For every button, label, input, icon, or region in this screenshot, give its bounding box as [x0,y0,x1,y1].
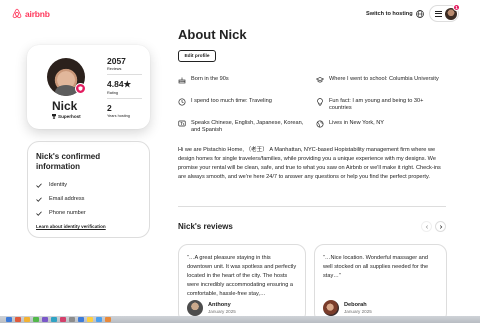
profile-card: Nick Superhost 2057 Reviews 4.84★ Rating… [27,45,150,129]
review-date: January 2025 [344,309,372,314]
superhost-label: Superhost [52,114,81,119]
notification-badge: 1 [453,4,460,11]
confirmed-list: Identity Email address Phone number [36,178,141,220]
dock-app-icon[interactable] [69,317,75,322]
reviewer: Anthony January 2025 [187,300,236,316]
fact-text: Lives in New York, NY [329,120,385,126]
verified-badge-icon [75,83,86,94]
dock-app-icon[interactable] [33,317,39,322]
review-date: January 2025 [208,309,236,314]
dock-app-icon[interactable] [24,317,30,322]
dock-app-icon[interactable] [42,317,48,322]
host-name: Nick [52,99,78,113]
globe-icon[interactable] [416,10,424,18]
fact-text: Where I went to school: Columbia Univers… [329,76,439,82]
dock-app-icon[interactable] [15,317,21,322]
identity-verification-link[interactable]: Learn about identity verification [36,224,106,229]
fact-text: Speaks Chinese, English, Japanese, Korea… [191,120,304,134]
stat-rating: 4.84★ Rating [107,79,142,99]
fact-location: Lives in New York, NY [316,120,441,128]
airbnb-logo[interactable]: airbnb [12,8,50,19]
reviewer-name: Deborah [344,302,367,308]
hamburger-icon [435,10,442,17]
dock-app-icon[interactable] [51,317,57,322]
stat-label: Rating [107,91,118,95]
dock-app-icon[interactable] [87,317,93,322]
superhost-text: Superhost [58,114,81,119]
reviewer-name: Anthony [208,302,231,308]
reviewer-avatar [187,300,203,316]
dock-app-icon[interactable] [6,317,12,322]
stat-value: 2057 [107,56,126,66]
review-card[interactable]: “…A great pleasure staying in this downt… [178,244,306,323]
reviews-prev-button[interactable] [421,221,432,232]
stat-value: 2 [107,103,112,113]
stat-label: Reviews [107,67,122,71]
chevron-right-icon [439,224,442,229]
review-card[interactable]: “…Nice location. Wonderful massager and … [314,244,447,323]
checkmark-icon [36,210,42,216]
dock-app-icon[interactable] [96,317,102,322]
about-title: About Nick [178,27,247,42]
fact-text: Fun fact: I am young and being to 30+ co… [329,98,424,112]
reviews-title: Nick's reviews [178,222,233,231]
clock-icon [178,98,186,105]
globe-icon [316,120,324,127]
dock-app-icon[interactable] [60,317,66,322]
review-text: “…A great pleasure staying in this downt… [187,255,297,297]
section-divider [178,206,446,207]
confirmed-item: Email address [36,192,141,206]
fact-fun-fact: Fun fact: I am young and being to 30+ co… [316,97,441,112]
confirmed-item: Identity [36,178,141,192]
confirmed-item-label: Phone number [49,210,86,216]
review-text: “…Nice location. Wonderful massager and … [323,255,429,279]
chevron-left-icon [425,224,428,229]
superhost-medal-icon [52,114,56,119]
reviews-next-button[interactable] [435,221,446,232]
reviewer-avatar [323,300,339,316]
edit-profile-button[interactable]: Edit profile [178,50,216,62]
confirmed-item: Phone number [36,206,141,220]
logo-text: airbnb [25,8,50,19]
stat-label: Years hosting [107,114,130,118]
language-icon [178,120,186,126]
stat-value: 4.84★ [107,79,132,89]
dock-app-icon[interactable] [78,317,84,322]
checkmark-icon [36,182,42,188]
fact-languages: Speaks Chinese, English, Japanese, Korea… [178,120,313,134]
switch-to-hosting-link[interactable]: Switch to hosting [366,11,413,17]
fact-text: Born in the 90s [191,76,229,82]
host-bio: Hi we are Pistachio Home, （老王） A Manhatt… [178,147,441,180]
school-icon [316,76,324,82]
fact-time-spent: I spend too much time: Traveling [178,98,303,106]
cake-icon [178,77,186,83]
confirmed-item-label: Email address [49,196,85,202]
stat-years-hosting: 2 Years hosting [107,103,142,121]
reviewer: Deborah January 2025 [323,300,372,316]
top-header: airbnb Switch to hosting 1 [0,0,480,28]
fact-text: I spend too much time: Traveling [191,98,272,104]
stat-reviews: 2057 Reviews [107,56,142,75]
confirmed-item-label: Identity [49,182,68,188]
lightbulb-icon [317,97,323,105]
fact-birth-decade: Born in the 90s [178,76,303,84]
dock-app-icon[interactable] [105,317,111,322]
airbnb-logo-icon [12,8,22,19]
checkmark-icon [36,196,42,202]
confirmed-info-title: Nick's confirmed information [36,152,101,171]
fact-school: Where I went to school: Columbia Univers… [316,76,441,84]
os-dock [0,316,480,323]
confirmed-info-card: Nick's confirmed information Identity Em… [27,141,150,238]
host-stats: 2057 Reviews 4.84★ Rating 2 Years hostin… [107,56,142,125]
